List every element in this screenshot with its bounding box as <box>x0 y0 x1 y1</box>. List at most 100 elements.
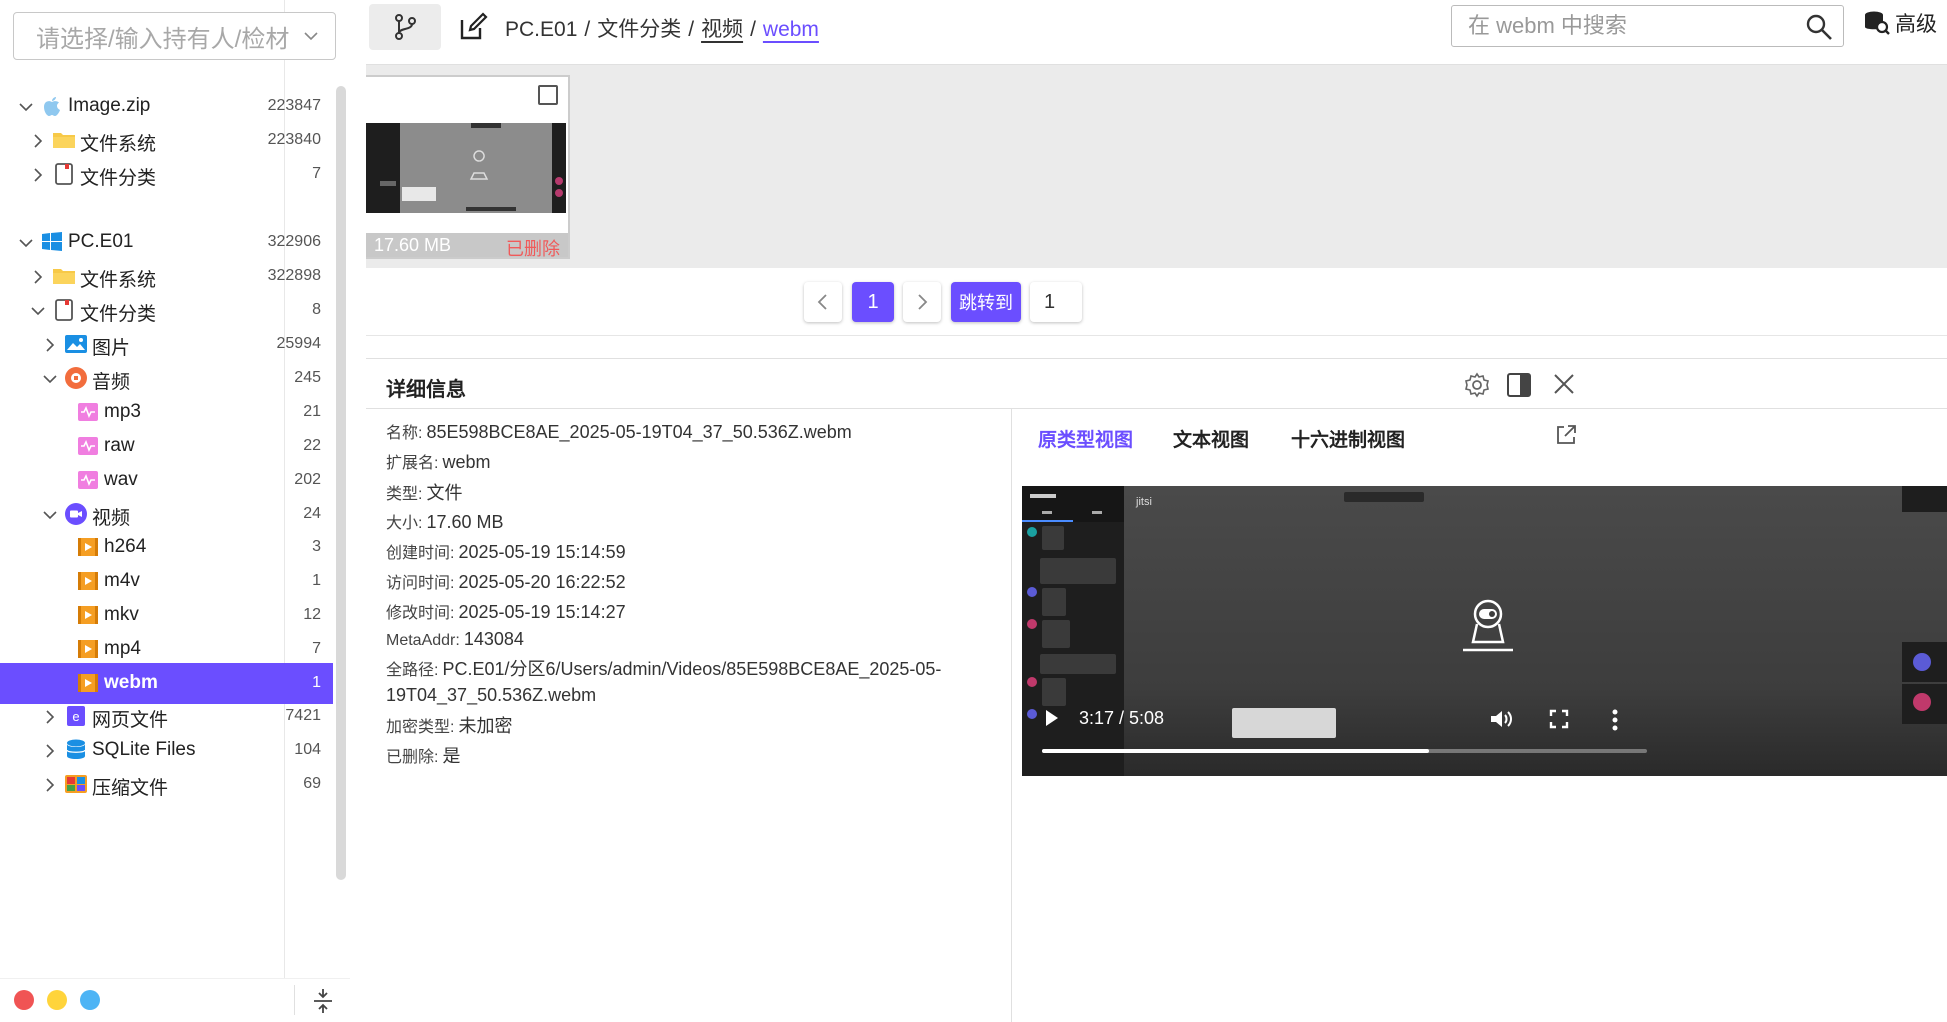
chevron-down-icon[interactable] <box>40 369 60 389</box>
property-value: 2025-05-19 15:14:59 <box>458 542 626 562</box>
file-card-size: 17.60 MB <box>374 235 452 255</box>
property-key: 全路径: <box>386 662 439 679</box>
tree-item-count: 1 <box>312 572 321 589</box>
video-progress-bar[interactable] <box>1042 749 1647 753</box>
red-dot-icon[interactable] <box>14 990 34 1010</box>
breadcrumb-item-current[interactable]: webm <box>763 18 819 41</box>
property-key: 扩展名: <box>386 455 439 472</box>
breadcrumb-item-category[interactable]: 文件分类 <box>597 18 681 41</box>
chevron-right-icon[interactable] <box>40 775 60 795</box>
pagination: 1 跳转到 1 <box>366 268 1947 336</box>
video-player[interactable]: jitsi 3:17 / 5:08 <box>1022 486 1947 776</box>
chevron-right-icon[interactable] <box>28 131 48 151</box>
footer-divider <box>294 985 295 1015</box>
video-icon <box>65 503 87 525</box>
tree-item-label: m4v <box>104 570 140 591</box>
more-vertical-icon[interactable] <box>1612 709 1618 731</box>
chevron-right-icon[interactable] <box>28 165 48 185</box>
property-value: 文件 <box>426 483 463 503</box>
fullscreen-icon[interactable] <box>1549 709 1569 729</box>
file-grid: 17.60 MB 已删除 <box>366 64 1947 268</box>
property-key: 创建时间: <box>386 545 455 562</box>
chevron-down-icon[interactable] <box>28 301 48 321</box>
split-view-icon[interactable] <box>1506 372 1532 398</box>
tree-item-count: 7 <box>312 165 321 182</box>
sidebar-footer <box>0 978 350 1022</box>
chevron-right-icon[interactable] <box>40 741 60 761</box>
chevron-right-icon <box>918 294 928 310</box>
breadcrumb-item-video[interactable]: 视频 <box>701 18 743 41</box>
video-progress-fill <box>1042 749 1430 753</box>
gear-icon[interactable] <box>1464 372 1490 398</box>
web-file-icon: e <box>67 706 85 726</box>
tree-item-count: 7421 <box>285 707 321 724</box>
category-icon <box>55 163 73 185</box>
advanced-search-button[interactable]: 高级 <box>1863 8 1937 38</box>
owner-select-placeholder: 请选择/输入持有人/检材 <box>36 25 290 53</box>
search-icon[interactable] <box>1805 13 1833 41</box>
tree-scrollbar[interactable] <box>336 86 346 880</box>
chevron-down-icon[interactable] <box>40 505 60 525</box>
close-icon[interactable] <box>1552 372 1576 396</box>
chevron-right-icon[interactable] <box>40 335 60 355</box>
branch-button[interactable] <box>369 4 441 50</box>
search-input[interactable] <box>1452 6 1792 46</box>
camera-off-icon <box>1463 599 1513 652</box>
yellow-dot-icon[interactable] <box>47 990 67 1010</box>
tab-text-view[interactable]: 文本视图 <box>1173 425 1249 452</box>
jump-to-page-button[interactable]: 跳转到 <box>951 282 1021 322</box>
file-card-footer: 17.60 MB 已删除 <box>366 233 568 259</box>
page-button-current[interactable]: 1 <box>852 282 894 322</box>
volume-icon[interactable] <box>1489 708 1513 730</box>
blue-dot-icon[interactable] <box>80 990 100 1010</box>
file-card-checkbox[interactable] <box>538 85 558 105</box>
branch-icon <box>395 14 416 40</box>
property-value: 143084 <box>463 629 524 649</box>
tree-item-count: 21 <box>303 403 321 420</box>
database-search-icon <box>1865 11 1890 35</box>
open-external-icon[interactable] <box>1554 423 1578 447</box>
property-value: 2025-05-20 16:22:52 <box>458 572 626 592</box>
tree-item-count: 12 <box>303 606 321 623</box>
detail-panel: 详细信息 名称: 85E598BCE8AE_2025-05-19T04_37_50… <box>366 358 1947 1022</box>
play-icon[interactable] <box>1044 708 1060 728</box>
tree-item-label: 压缩文件 <box>92 778 169 799</box>
video-toast <box>1232 708 1336 738</box>
tree-item-文件分类[interactable]: 文件分类 7 <box>0 154 333 195</box>
tree-item-压缩文件[interactable]: 压缩文件 69 <box>0 764 333 805</box>
chevron-down-icon[interactable] <box>16 233 36 253</box>
svg-text:e: e <box>72 709 79 724</box>
chevron-right-icon[interactable] <box>40 707 60 727</box>
property-row: 访问时间: 2025-05-20 16:22:52 <box>386 569 626 593</box>
file-card-status: 已删除 <box>506 239 560 259</box>
jump-page-input[interactable]: 1 <box>1030 282 1082 322</box>
main-area: PC.E01/文件分类/视频/webm 高级 <box>366 0 1947 1022</box>
owner-select[interactable]: 请选择/输入持有人/检材 <box>13 12 336 60</box>
next-page-button[interactable] <box>903 282 941 322</box>
tab-hex-view[interactable]: 十六进制视图 <box>1291 425 1405 452</box>
collapse-icon[interactable] <box>310 987 336 1015</box>
property-value: PC.E01/分区6/Users/admin/Videos/85E598BCE8… <box>386 659 942 705</box>
chevron-right-icon[interactable] <box>28 267 48 287</box>
panel-divider[interactable] <box>1011 409 1012 1022</box>
prev-page-button[interactable] <box>804 282 842 322</box>
breadcrumb-item-root[interactable]: PC.E01 <box>505 18 577 41</box>
sidebar: 请选择/输入持有人/检材 Image.zip 223847 文件系统 223840 文件… <box>0 0 350 1022</box>
property-value: 是 <box>442 746 461 766</box>
category-icon <box>55 299 73 321</box>
property-value: 85E598BCE8AE_2025-05-19T04_37_50.536Z.we… <box>426 422 852 442</box>
file-card[interactable]: 17.60 MB 已删除 <box>366 75 570 259</box>
chevron-down-icon[interactable] <box>16 97 36 117</box>
tree-item-count: 25994 <box>276 335 322 352</box>
property-value: 未加密 <box>458 716 513 736</box>
audio-file-icon <box>78 471 98 489</box>
tab-native-view[interactable]: 原类型视图 <box>1038 425 1133 452</box>
windows-icon <box>42 232 62 251</box>
tree-item-count: 245 <box>294 369 321 386</box>
tree-item-label: raw <box>104 435 135 456</box>
tree-item-count: 8 <box>312 301 321 318</box>
edit-icon[interactable] <box>458 12 488 42</box>
tree-item-count: 3 <box>312 538 321 555</box>
property-row: 修改时间: 2025-05-19 15:14:27 <box>386 599 626 623</box>
image-icon <box>65 335 87 353</box>
